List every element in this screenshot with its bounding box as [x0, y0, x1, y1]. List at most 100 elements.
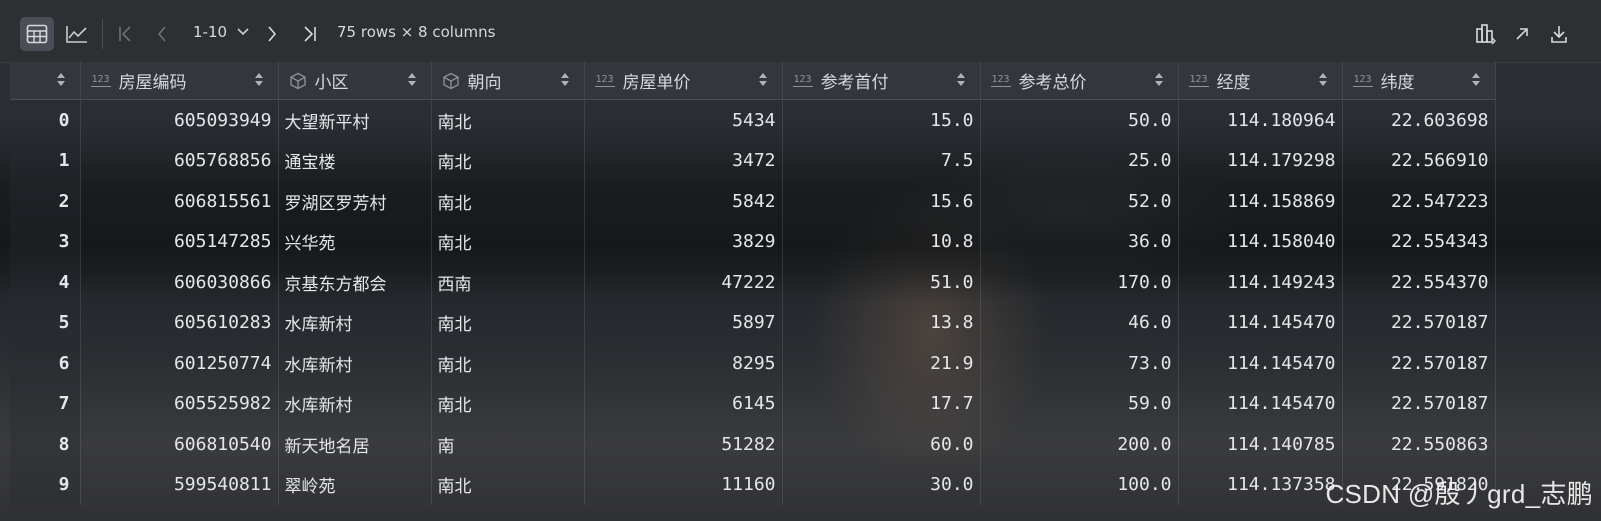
column-view-button[interactable] [1474, 17, 1498, 51]
cell-total-price[interactable]: 200.0 [980, 424, 1179, 465]
column-header[interactable]: 123 房屋单价 [584, 62, 783, 100]
cell-longitude[interactable]: 114.158040 [1178, 221, 1343, 262]
cell-total-price[interactable]: 46.0 [980, 302, 1179, 343]
cell-latitude[interactable]: 22.570187 [1342, 383, 1496, 424]
cell-community[interactable]: 大望新平村 [278, 99, 432, 141]
cell-total-price[interactable]: 50.0 [980, 99, 1179, 141]
cell-house-code[interactable]: 606815561 [80, 181, 279, 222]
cell-longitude[interactable]: 114.180964 [1178, 99, 1343, 141]
cell-orientation[interactable]: 南北 [431, 343, 585, 384]
cell-down-payment[interactable]: 7.5 [782, 140, 981, 181]
cell-house-code[interactable]: 606810540 [80, 424, 279, 465]
open-external-button[interactable] [1512, 17, 1532, 51]
cell-orientation[interactable]: 南北 [431, 383, 585, 424]
table-row[interactable]: 7 605525982 水库新村 南北 6145 17.7 59.0 114.1… [10, 383, 1496, 424]
download-button[interactable] [1548, 17, 1570, 51]
cell-orientation[interactable]: 南北 [431, 140, 585, 181]
cell-unit-price[interactable]: 8295 [584, 343, 783, 384]
cell-total-price[interactable]: 170.0 [980, 262, 1179, 303]
cell-orientation[interactable]: 南北 [431, 464, 585, 505]
cell-unit-price[interactable]: 5434 [584, 99, 783, 141]
cell-house-code[interactable]: 605147285 [80, 221, 279, 262]
cell-house-code[interactable]: 605093949 [80, 99, 279, 141]
cell-house-code[interactable]: 606030866 [80, 262, 279, 303]
table-row[interactable]: 9 599540811 翠岭苑 南北 11160 30.0 100.0 114.… [10, 464, 1496, 505]
cell-orientation[interactable]: 南 [431, 424, 585, 465]
first-page-button[interactable] [114, 17, 136, 51]
cell-total-price[interactable]: 73.0 [980, 343, 1179, 384]
cell-orientation[interactable]: 南北 [431, 99, 585, 141]
cell-total-price[interactable]: 100.0 [980, 464, 1179, 505]
cell-total-price[interactable]: 59.0 [980, 383, 1179, 424]
cell-unit-price[interactable]: 11160 [584, 464, 783, 505]
cell-longitude[interactable]: 114.149243 [1178, 262, 1343, 303]
table-row[interactable]: 5 605610283 水库新村 南北 5897 13.8 46.0 114.1… [10, 302, 1496, 343]
cell-community[interactable]: 水库新村 [278, 383, 432, 424]
table-row[interactable]: 3 605147285 兴华苑 南北 3829 10.8 36.0 114.15… [10, 221, 1496, 262]
cell-latitude[interactable]: 22.554370 [1342, 262, 1496, 303]
column-header[interactable]: 123 房屋编码 [80, 62, 279, 100]
cell-unit-price[interactable]: 47222 [584, 262, 783, 303]
page-range-select[interactable]: 1-10 [193, 23, 250, 41]
cell-longitude[interactable]: 114.140785 [1178, 424, 1343, 465]
cell-total-price[interactable]: 36.0 [980, 221, 1179, 262]
cell-house-code[interactable]: 605610283 [80, 302, 279, 343]
table-row[interactable]: 4 606030866 京基东方都会 西南 47222 51.0 170.0 1… [10, 262, 1496, 303]
cell-unit-price[interactable]: 5897 [584, 302, 783, 343]
cell-down-payment[interactable]: 15.6 [782, 181, 981, 222]
cell-down-payment[interactable]: 21.9 [782, 343, 981, 384]
cell-latitude[interactable]: 22.566910 [1342, 140, 1496, 181]
cell-community[interactable]: 新天地名居 [278, 424, 432, 465]
cell-unit-price[interactable]: 3829 [584, 221, 783, 262]
cell-longitude[interactable]: 114.158869 [1178, 181, 1343, 222]
cell-orientation[interactable]: 南北 [431, 181, 585, 222]
cell-latitude[interactable]: 22.550863 [1342, 424, 1496, 465]
cell-community[interactable]: 通宝楼 [278, 140, 432, 181]
table-row[interactable]: 6 601250774 水库新村 南北 8295 21.9 73.0 114.1… [10, 343, 1496, 384]
table-row[interactable]: 8 606810540 新天地名居 南 51282 60.0 200.0 114… [10, 424, 1496, 465]
cell-down-payment[interactable]: 60.0 [782, 424, 981, 465]
cell-house-code[interactable]: 601250774 [80, 343, 279, 384]
cell-community[interactable]: 京基东方都会 [278, 262, 432, 303]
cell-community[interactable]: 水库新村 [278, 343, 432, 384]
cell-down-payment[interactable]: 17.7 [782, 383, 981, 424]
chart-view-button[interactable] [60, 17, 94, 51]
cell-down-payment[interactable]: 30.0 [782, 464, 981, 505]
cell-longitude[interactable]: 114.145470 [1178, 343, 1343, 384]
cell-unit-price[interactable]: 6145 [584, 383, 783, 424]
cell-community[interactable]: 水库新村 [278, 302, 432, 343]
cell-house-code[interactable]: 605525982 [80, 383, 279, 424]
index-header[interactable] [10, 62, 81, 100]
cell-down-payment[interactable]: 13.8 [782, 302, 981, 343]
next-page-button[interactable] [262, 17, 282, 51]
cell-total-price[interactable]: 25.0 [980, 140, 1179, 181]
cell-longitude[interactable]: 114.137358 [1178, 464, 1343, 505]
cell-latitude[interactable]: 22.570187 [1342, 343, 1496, 384]
cell-orientation[interactable]: 南北 [431, 302, 585, 343]
cell-longitude[interactable]: 114.179298 [1178, 140, 1343, 181]
column-header[interactable]: 小区 [278, 62, 432, 100]
cell-latitude[interactable]: 22.570187 [1342, 302, 1496, 343]
prev-page-button[interactable] [152, 17, 172, 51]
cell-house-code[interactable]: 605768856 [80, 140, 279, 181]
last-page-button[interactable] [299, 17, 321, 51]
table-row[interactable]: 0 605093949 大望新平村 南北 5434 15.0 50.0 114.… [10, 99, 1496, 141]
column-header[interactable]: 123 参考首付 [782, 62, 981, 100]
cell-community[interactable]: 罗湖区罗芳村 [278, 181, 432, 222]
column-header[interactable]: 123 纬度 [1342, 62, 1496, 100]
cell-total-price[interactable]: 52.0 [980, 181, 1179, 222]
cell-community[interactable]: 兴华苑 [278, 221, 432, 262]
column-header[interactable]: 朝向 [431, 62, 585, 100]
cell-house-code[interactable]: 599540811 [80, 464, 279, 505]
cell-longitude[interactable]: 114.145470 [1178, 302, 1343, 343]
cell-latitude[interactable]: 22.547223 [1342, 181, 1496, 222]
cell-down-payment[interactable]: 10.8 [782, 221, 981, 262]
cell-latitude[interactable]: 22.603698 [1342, 99, 1496, 141]
table-row[interactable]: 1 605768856 通宝楼 南北 3472 7.5 25.0 114.179… [10, 140, 1496, 181]
column-header[interactable]: 123 经度 [1178, 62, 1343, 100]
cell-orientation[interactable]: 南北 [431, 221, 585, 262]
table-view-button[interactable] [20, 17, 54, 51]
cell-down-payment[interactable]: 15.0 [782, 99, 981, 141]
cell-unit-price[interactable]: 5842 [584, 181, 783, 222]
cell-longitude[interactable]: 114.145470 [1178, 383, 1343, 424]
